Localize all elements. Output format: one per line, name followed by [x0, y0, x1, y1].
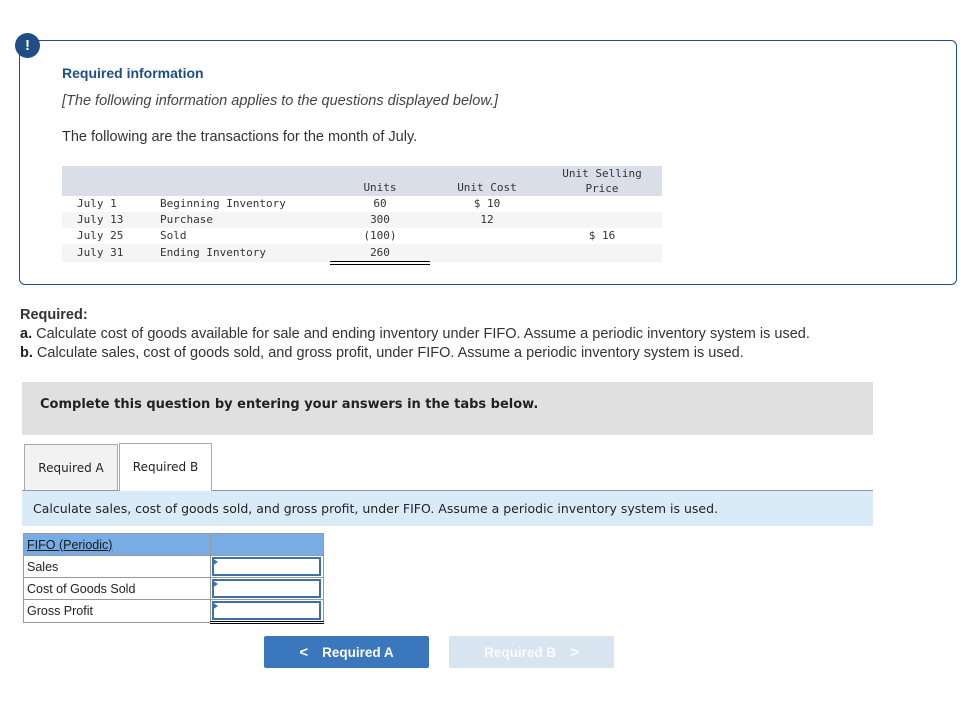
- row-description: Ending Inventory: [160, 246, 266, 259]
- input-flag-icon: [212, 580, 218, 588]
- table-row: July 31 Ending Inventory 260: [62, 244, 662, 265]
- transactions-header: Units Unit Cost Unit Selling Price: [62, 166, 662, 196]
- required-information-title: Required information: [62, 65, 204, 81]
- fifo-periodic-header: FIFO (Periodic): [27, 537, 113, 552]
- input-flag-icon: [212, 602, 218, 610]
- row-description: Sold: [160, 229, 187, 242]
- row-unit-cost: 12: [480, 213, 494, 226]
- input-flag-icon: [212, 558, 218, 566]
- information-note: [The following information applies to th…: [62, 93, 499, 109]
- previous-required-a-button[interactable]: < Required A: [264, 636, 429, 668]
- row-date: July 13: [77, 213, 124, 226]
- required-a: a. Calculate cost of goods available for…: [20, 325, 810, 344]
- table-row: July 1 Beginning Inventory 60 $ 10: [62, 196, 662, 212]
- header-unit-cost: Unit Cost: [457, 181, 517, 194]
- row-units: (100): [363, 229, 397, 242]
- required-instructions: Required: a. Calculate cost of goods ava…: [20, 306, 810, 363]
- cost-of-goods-sold-input[interactable]: [212, 579, 321, 598]
- sales-cell: [210, 555, 324, 578]
- instruction-banner: Complete this question by entering your …: [22, 382, 873, 435]
- previous-button-label: Required A: [322, 644, 394, 660]
- fifo-answer-table: FIFO (Periodic) Sales Cost of Goods Sold…: [23, 533, 324, 624]
- gross-profit-cell: [210, 599, 324, 624]
- exclamation-icon: !: [15, 33, 40, 58]
- required-a-text: Calculate cost of goods available for sa…: [36, 326, 810, 342]
- transactions-table: Units Unit Cost Unit Selling Price July …: [62, 166, 662, 265]
- row-description: Beginning Inventory: [160, 197, 286, 210]
- answer-header-value-cell: [210, 533, 324, 556]
- required-b-label: b.: [20, 345, 33, 361]
- row-date: July 25: [77, 229, 124, 242]
- table-row: Cost of Goods Sold: [23, 577, 324, 600]
- required-b-text: Calculate sales, cost of goods sold, and…: [36, 345, 744, 361]
- tab-prompt-text: Calculate sales, cost of goods sold, and…: [33, 501, 719, 516]
- required-a-label: a.: [20, 326, 33, 342]
- gross-profit-label: Gross Profit: [23, 599, 211, 623]
- tab-prompt-band: Calculate sales, cost of goods sold, and…: [22, 491, 873, 526]
- chevron-right-icon: >: [570, 643, 579, 661]
- row-units: 260: [370, 246, 390, 259]
- transactions-intro: The following are the transactions for t…: [62, 129, 418, 145]
- header-unit-selling-price-line2: Price: [585, 182, 619, 195]
- total-double-underline: [330, 261, 430, 265]
- header-unit-selling-price-line1: Unit Selling: [562, 167, 642, 180]
- table-row: July 13 Purchase 300 12: [62, 212, 662, 228]
- gross-profit-input[interactable]: [212, 601, 321, 620]
- table-row: July 25 Sold (100) $ 16: [62, 228, 662, 245]
- row-units: 300: [370, 213, 390, 226]
- sales-input[interactable]: [212, 557, 321, 576]
- sales-label: Sales: [23, 555, 211, 578]
- row-unit-selling-price: $ 16: [588, 229, 616, 242]
- next-required-b-button[interactable]: Required B >: [449, 636, 614, 668]
- header-units: Units: [363, 181, 397, 194]
- header-unit-selling-price: Unit Selling Price: [552, 166, 652, 196]
- instruction-text: Complete this question by entering your …: [40, 397, 539, 412]
- row-date: July 31: [77, 246, 124, 259]
- answer-header-cell: FIFO (Periodic): [23, 533, 211, 556]
- next-button-label: Required B: [484, 644, 557, 660]
- chevron-left-icon: <: [299, 643, 309, 661]
- table-row: Sales: [23, 555, 324, 578]
- tab-required-a[interactable]: Required A: [24, 444, 118, 490]
- table-row: Gross Profit: [23, 599, 324, 624]
- tab-required-b[interactable]: Required B: [119, 443, 212, 491]
- answer-table-header: FIFO (Periodic): [23, 533, 324, 556]
- row-units: 60: [373, 197, 387, 210]
- required-heading: Required:: [20, 307, 88, 323]
- required-b: b. Calculate sales, cost of goods sold, …: [20, 344, 810, 363]
- row-unit-cost: $ 10: [473, 197, 501, 210]
- cogs-label: Cost of Goods Sold: [23, 577, 211, 600]
- row-description: Purchase: [160, 213, 213, 226]
- cogs-cell: [210, 577, 324, 600]
- row-date: July 1: [77, 197, 117, 210]
